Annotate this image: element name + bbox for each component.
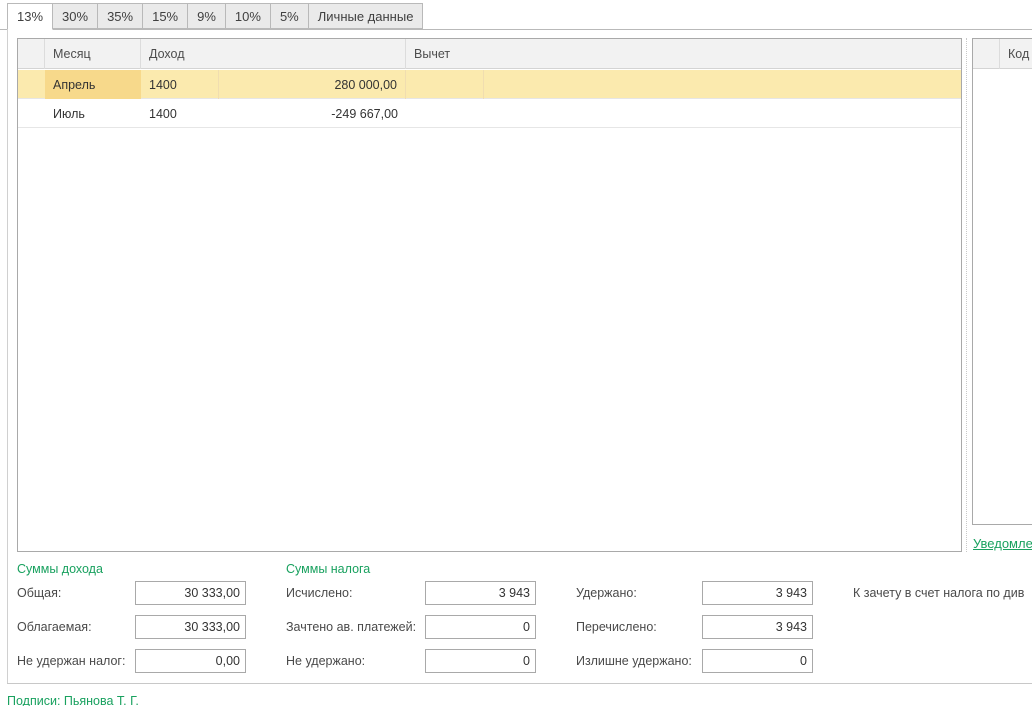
table-row[interactable]: Июль 1400 -249 667,00 <box>18 99 961 128</box>
tab-30[interactable]: 30% <box>53 3 99 29</box>
total-income-label: Общая: <box>17 586 62 600</box>
row-marker-header <box>18 39 45 69</box>
not-withheld-label: Не удержано: <box>286 654 366 668</box>
notice-table[interactable]: Код <box>972 38 1032 525</box>
tax-sums-title: Суммы налога <box>286 562 371 576</box>
excess-withheld-label: Излишне удержано: <box>576 654 692 668</box>
excess-withheld-field[interactable]: 0 <box>702 649 813 673</box>
tab-5[interactable]: 5% <box>270 3 309 29</box>
transferred-label: Перечислено: <box>576 620 657 634</box>
taxable-income-label: Облагаемая: <box>17 620 92 634</box>
tab-strip: 13% 30% 35% 15% 9% 10% 5% Личные данные <box>7 3 424 30</box>
notice-table-header: Код <box>973 39 1032 69</box>
dividend-offset-label: К зачету в счет налога по див <box>853 586 1025 600</box>
cell-month[interactable]: Июль <box>45 99 141 128</box>
tab-13[interactable]: 13% <box>7 3 54 30</box>
withheld-label: Удержано: <box>576 586 637 600</box>
credited-advance-field[interactable]: 0 <box>425 615 536 639</box>
column-header-income[interactable]: Доход <box>141 39 406 69</box>
calculated-field[interactable]: 3 943 <box>425 581 536 605</box>
taxable-income-field[interactable]: 30 333,00 <box>135 615 246 639</box>
cell-code[interactable]: 1400 <box>141 99 219 128</box>
tab-35[interactable]: 35% <box>98 3 144 29</box>
panel-border-left <box>7 29 8 684</box>
tax-not-withheld-field[interactable]: 0,00 <box>135 649 246 673</box>
notices-link[interactable]: Уведомле <box>973 536 1032 551</box>
table-row[interactable]: Апрель 1400 280 000,00 <box>18 70 961 99</box>
calculated-label: Исчислено: <box>286 586 353 600</box>
column-header-code[interactable]: Код <box>1000 39 1032 69</box>
withheld-field[interactable]: 3 943 <box>702 581 813 605</box>
tab-personal-data[interactable]: Личные данные <box>308 3 424 29</box>
tab-9[interactable]: 9% <box>188 3 226 29</box>
panel-splitter[interactable] <box>966 38 967 552</box>
tab-15[interactable]: 15% <box>143 3 189 29</box>
not-withheld-field[interactable]: 0 <box>425 649 536 673</box>
cell-month[interactable]: Апрель <box>45 70 141 99</box>
column-header-month[interactable]: Месяц <box>45 39 141 69</box>
table-header: Месяц Доход Вычет <box>18 39 961 69</box>
cell-amount[interactable]: -249 667,00 <box>219 99 406 128</box>
tab-10[interactable]: 10% <box>225 3 271 29</box>
panel-border-bottom <box>7 683 1032 684</box>
cell-deduction-code[interactable] <box>406 70 484 99</box>
signatures-link[interactable]: Подписи: Пьянова Т. Г. <box>7 694 139 706</box>
income-table[interactable]: Месяц Доход Вычет Апрель 1400 280 000,00… <box>17 38 962 552</box>
row-marker-header <box>973 39 1000 69</box>
cell-code[interactable]: 1400 <box>141 70 219 99</box>
column-header-deduction[interactable]: Вычет <box>406 39 961 69</box>
transferred-field[interactable]: 3 943 <box>702 615 813 639</box>
cell-amount[interactable]: 280 000,00 <box>219 70 406 99</box>
income-sums-title: Суммы дохода <box>17 562 103 576</box>
tax-not-withheld-label: Не удержан налог: <box>17 654 126 668</box>
total-income-field[interactable]: 30 333,00 <box>135 581 246 605</box>
credited-advance-label: Зачтено ав. платежей: <box>286 620 417 634</box>
